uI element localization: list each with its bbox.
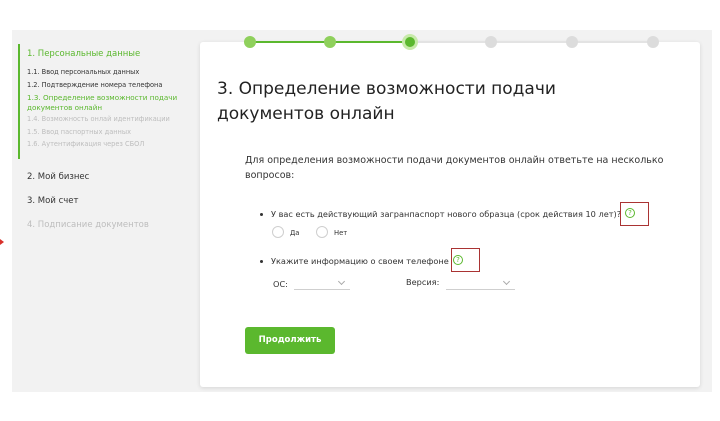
sidebar-item-my-account[interactable]: 3. Мой счет (18, 195, 193, 207)
question-passport-text: У вас есть действующий загранпаспорт нов… (271, 209, 622, 219)
os-label: ОС: (273, 279, 288, 289)
sidebar-subitem-1-6: 1.6. Аутентификация через СБОЛ (27, 140, 145, 148)
step-dot-3-current (402, 34, 418, 50)
step-dot-2 (324, 36, 336, 48)
chevron-down-icon (502, 277, 511, 286)
page-title: 3. Определение возможности подачи докуме… (217, 79, 556, 124)
radio-yes[interactable] (272, 226, 284, 238)
version-select[interactable] (446, 276, 515, 290)
radio-yes-label[interactable]: Да (290, 229, 299, 238)
sidebar-subitem-1-5: 1.5. Ввод паспортных данных (27, 127, 131, 136)
radio-no-label[interactable]: Нет (334, 229, 347, 238)
step-dot-6 (647, 36, 659, 48)
sidebar-item-my-business[interactable]: 2. Мой бизнес (18, 171, 193, 183)
stepper-line-future (410, 41, 656, 43)
sidebar-subitem-1-4: 1.4. Возможность онлай идентификации (27, 115, 170, 123)
question-circle-icon[interactable]: ? (625, 208, 635, 218)
radio-no[interactable] (316, 226, 328, 238)
step-dot-1 (244, 36, 256, 48)
continue-button[interactable]: Продолжить (245, 327, 335, 354)
question-passport: У вас есть действующий загранпаспорт нов… (260, 208, 621, 220)
question-circle-icon[interactable]: ? (453, 255, 463, 265)
question-phone-text: Укажите информацию о своем телефоне (271, 256, 449, 266)
intro-text: Для определения возможности подачи докум… (245, 155, 664, 181)
os-select[interactable] (294, 276, 350, 290)
sidebar-subitem-1-1[interactable]: 1.1. Ввод персональных данных (27, 68, 193, 78)
step-dot-5 (566, 36, 578, 48)
sidebar-subitem-1-3[interactable]: 1.3. Определение возможности подачи доку… (27, 93, 193, 112)
question-phone: Укажите информацию о своем телефоне (260, 255, 449, 267)
sidebar-section-title[interactable]: 1. Персональные данные (27, 44, 193, 61)
progress-sidebar: 1. Персональные данные 1.1. Ввод персона… (18, 44, 193, 231)
bullet-icon (260, 260, 263, 263)
sidebar-section-personal-data: 1. Персональные данные 1.1. Ввод персона… (18, 44, 193, 159)
sidebar-item-signing: 4. Подписание документов (27, 219, 149, 230)
sidebar-subitem-1-2[interactable]: 1.2. Подтверждение номера телефона (27, 81, 193, 91)
version-label: Версия: (406, 277, 440, 287)
chevron-down-icon (337, 277, 346, 286)
annotation-arrow-icon (0, 239, 4, 245)
step-dot-4 (485, 36, 497, 48)
bullet-icon (260, 213, 263, 216)
progress-stepper (244, 34, 660, 50)
